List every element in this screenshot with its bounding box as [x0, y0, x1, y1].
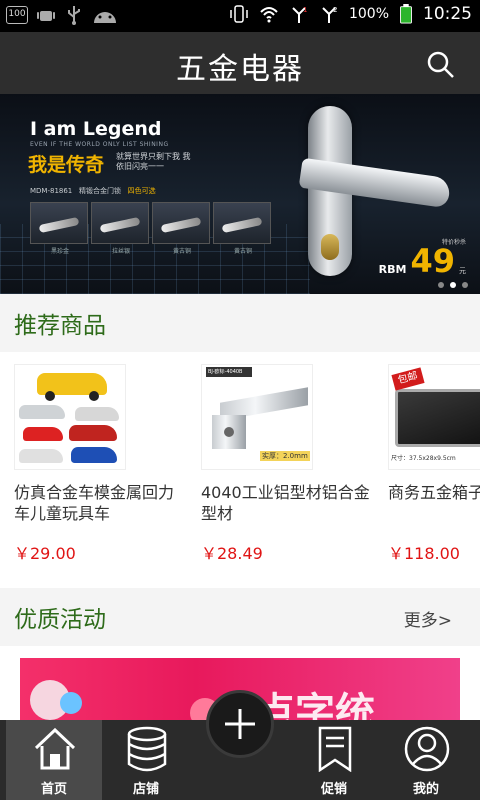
- signal2-icon: 2: [322, 6, 337, 23]
- activity-title: 优质活动: [14, 607, 106, 633]
- product-card[interactable]: 包邮 尺寸：37.5x28x9.5cm 商务五金箱子金工具箱 ￥118.00: [374, 352, 480, 588]
- svg-text:2: 2: [333, 6, 337, 14]
- product-card[interactable]: BJ-欧标-4040B 实厚：2.0mm 4040工业铝型材铝合金型材 ￥28.…: [187, 352, 375, 588]
- banner-price-currency: RBM: [378, 263, 407, 276]
- product-carousel[interactable]: 仿真合金车模金属回力车儿童玩具车 ￥29.00 BJ-欧标-4040B 实厚：2…: [0, 352, 480, 588]
- battery-percent: 100%: [348, 6, 389, 22]
- nav-mine-label: 我的: [412, 782, 439, 797]
- recommend-section-header: 推荐商品: [0, 294, 480, 352]
- carousel-indicator: [438, 282, 468, 288]
- nav-home-label: 首页: [40, 782, 67, 797]
- nav-home[interactable]: 首页: [6, 720, 102, 800]
- banner-sub-cn: 就算世界只剩下我 我依旧闪亮一一: [116, 152, 191, 171]
- banner-headline-cn: 我是传奇: [28, 154, 105, 176]
- recommend-title: 推荐商品: [14, 313, 106, 339]
- product-name: 仿真合金车模金属回力车儿童玩具车: [14, 483, 175, 523]
- product-price: ￥29.00: [14, 544, 76, 563]
- android-head-icon: [94, 12, 116, 23]
- add-button[interactable]: [206, 690, 274, 758]
- database-icon: [127, 726, 167, 772]
- free-shipping-tag: 包邮: [391, 367, 425, 391]
- svg-text:1: 1: [303, 6, 307, 14]
- wifi-icon: [260, 7, 278, 23]
- clock: 10:25: [423, 4, 472, 24]
- product-image-aluminum-profile: BJ-欧标-4040B 实厚：2.0mm: [201, 364, 313, 470]
- banner-colors-note: 四色可选: [127, 187, 156, 195]
- search-icon[interactable]: [426, 50, 456, 80]
- product-price: ￥118.00: [388, 544, 460, 563]
- app-header: 五金电器: [0, 32, 480, 94]
- product-image-tool-case: 包邮 尺寸：37.5x28x9.5cm: [388, 364, 480, 470]
- banner-sub-en: EVEN IF THE WORLD ONLY LIST SHINING: [30, 141, 169, 148]
- more-link[interactable]: 更多>: [404, 606, 452, 631]
- banner-headline: I am Legend: [30, 118, 162, 140]
- status-bar: 100 1 2 100% 10:25: [0, 0, 480, 32]
- banner-thumb: 黑珍金: [30, 202, 88, 255]
- carousel-dot-active[interactable]: [450, 282, 456, 288]
- promo-banner[interactable]: I am Legend EVEN IF THE WORLD ONLY LIST …: [0, 94, 480, 294]
- page-title: 五金电器: [176, 52, 304, 87]
- notification-counter: 100: [6, 6, 28, 24]
- banner-model-line: MDM-81861 精锻合金门锁 四色可选: [30, 186, 156, 196]
- banner-price-value: 49: [410, 242, 455, 280]
- banner-thumbs: 黑珍金 拉丝银 黄古铜 黄古铜: [30, 202, 271, 255]
- carousel-dot[interactable]: [438, 282, 444, 288]
- nav-promo-label: 促销: [320, 782, 347, 797]
- bookmark-icon: [318, 726, 352, 772]
- activity-section-header: 优质活动 更多>: [0, 588, 480, 646]
- user-icon: [404, 726, 450, 772]
- banner-thumb: 黄古铜: [152, 202, 210, 255]
- carousel-dot[interactable]: [462, 282, 468, 288]
- usb-icon: [68, 6, 80, 25]
- nav-shop-label: 店铺: [132, 782, 159, 797]
- product-card[interactable]: 仿真合金车模金属回力车儿童玩具车 ￥29.00: [0, 352, 188, 588]
- plus-icon: [225, 709, 255, 739]
- banner-model: MDM-81861: [30, 187, 73, 195]
- banner-thumb: 拉丝银: [91, 202, 149, 255]
- android-icon: [37, 11, 55, 21]
- banner-price: 特价秒杀 RBM 49 元: [378, 237, 466, 280]
- signal-icon: 1: [292, 6, 307, 23]
- banner-thumb: 黄古铜: [213, 202, 271, 255]
- vibrate-icon: [230, 5, 248, 23]
- product-image-toy-cars: [14, 364, 126, 470]
- battery-icon: [400, 4, 412, 24]
- nav-mine[interactable]: 我的: [378, 720, 474, 800]
- product-price: ￥28.49: [201, 544, 263, 563]
- nav-promo[interactable]: 促销: [286, 720, 382, 800]
- product-name: 4040工业铝型材铝合金型材: [201, 483, 370, 523]
- door-lock-cylinder: [321, 234, 339, 260]
- banner-price-unit: 元: [459, 267, 466, 275]
- nav-shop[interactable]: 店铺: [98, 720, 194, 800]
- product-name: 商务五金箱子金工具箱: [388, 483, 480, 502]
- banner-model-desc: 精锻合金门锁: [78, 187, 121, 195]
- home-icon: [34, 727, 76, 770]
